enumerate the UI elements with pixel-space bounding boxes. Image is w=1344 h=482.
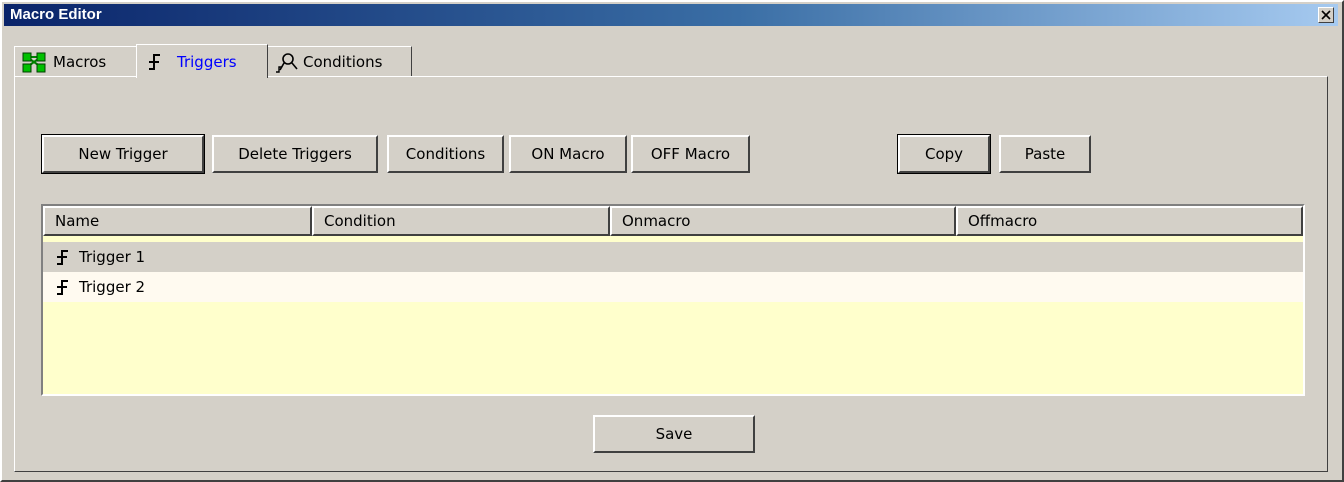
- close-icon: [1321, 10, 1331, 20]
- trigger-icon: [57, 280, 68, 295]
- column-header-name[interactable]: Name: [43, 206, 312, 236]
- on-macro-button[interactable]: ON Macro: [509, 135, 627, 173]
- tab-conditions-label: Conditions: [303, 53, 383, 71]
- conditions-button[interactable]: Conditions: [387, 135, 504, 173]
- table-row[interactable]: Trigger 2: [43, 272, 1303, 302]
- conditions-icon: [276, 53, 298, 73]
- copy-button[interactable]: Copy: [897, 134, 991, 174]
- tab-conditions[interactable]: Conditions: [266, 46, 412, 77]
- title-bar[interactable]: Macro Editor: [4, 4, 1338, 26]
- trigger-name: Trigger 1: [79, 248, 146, 266]
- list-header: Name Condition Onmacro Offmacro: [43, 206, 1303, 236]
- new-trigger-button[interactable]: New Trigger: [41, 134, 205, 174]
- off-macro-button[interactable]: OFF Macro: [631, 135, 750, 173]
- delete-triggers-button[interactable]: Delete Triggers: [212, 135, 378, 173]
- trigger-icon: [57, 250, 68, 265]
- close-button[interactable]: [1318, 7, 1334, 23]
- save-button[interactable]: Save: [593, 415, 755, 453]
- triggers-list[interactable]: Name Condition Onmacro Offmacro Trigger …: [41, 204, 1305, 396]
- trigger-icon: [149, 53, 160, 70]
- tab-macros-label: Macros: [53, 53, 107, 71]
- tab-triggers-label: Triggers: [177, 52, 237, 71]
- tab-macros[interactable]: Macros: [14, 46, 138, 77]
- column-header-onmacro[interactable]: Onmacro: [610, 206, 956, 236]
- paste-button[interactable]: Paste: [999, 135, 1091, 173]
- column-header-offmacro[interactable]: Offmacro: [956, 206, 1303, 236]
- column-header-condition[interactable]: Condition: [312, 206, 610, 236]
- window-title: Macro Editor: [10, 6, 102, 23]
- table-row[interactable]: Trigger 1: [43, 242, 1303, 272]
- macros-network-icon: [22, 52, 46, 73]
- tab-triggers[interactable]: Triggers: [136, 44, 268, 78]
- trigger-name: Trigger 2: [79, 278, 146, 296]
